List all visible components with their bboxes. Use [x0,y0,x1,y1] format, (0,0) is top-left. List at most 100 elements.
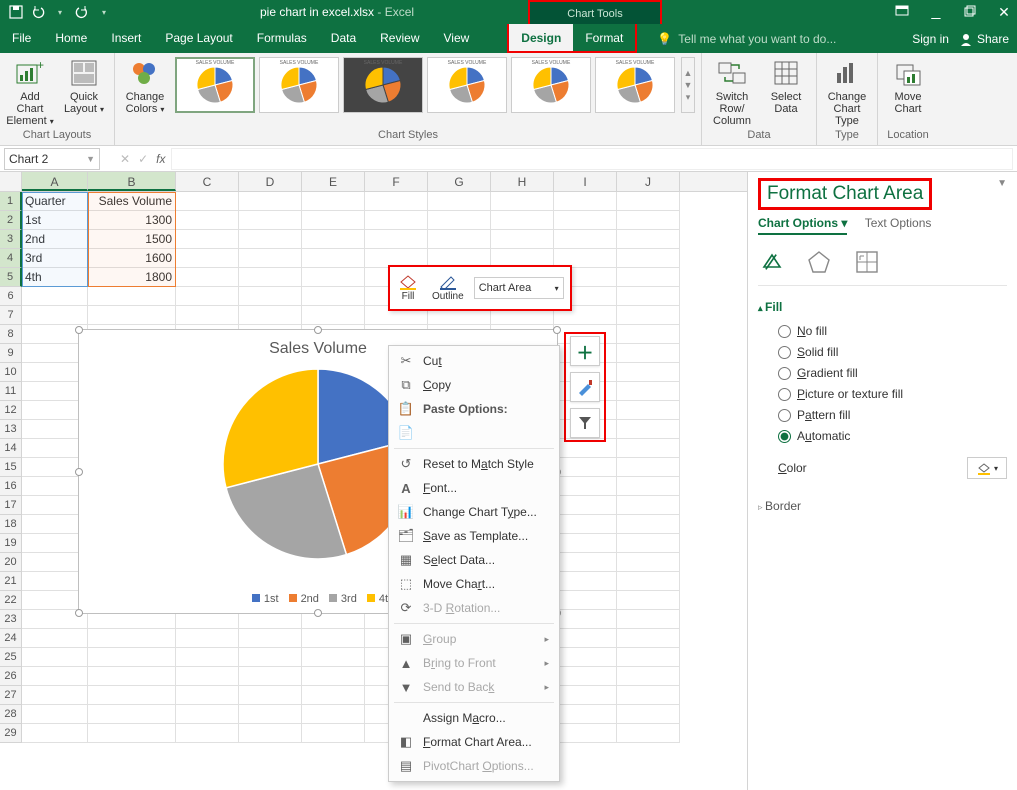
cell[interactable] [554,211,617,230]
cell[interactable] [554,629,617,648]
row-header[interactable]: 10 [0,363,22,382]
cell[interactable] [617,306,680,325]
cell[interactable] [554,458,617,477]
cell[interactable] [617,591,680,610]
cell[interactable] [239,192,302,211]
tab-view[interactable]: View [432,24,482,53]
fill-option-solid[interactable]: Solid fill [778,345,1007,359]
row-header[interactable]: 7 [0,306,22,325]
qat-customize-icon[interactable]: ▾ [96,4,112,20]
cell[interactable] [239,287,302,306]
column-header-H[interactable]: H [491,172,554,191]
menu-assign-macro[interactable]: Assign Macro... [389,706,559,730]
cell[interactable] [88,705,176,724]
cell[interactable]: 1500 [88,230,176,249]
chart-styles-button[interactable] [570,372,600,402]
redo-icon[interactable] [74,4,90,20]
row-header[interactable]: 18 [0,515,22,534]
cell[interactable] [239,211,302,230]
cell[interactable] [554,515,617,534]
cell[interactable] [176,211,239,230]
formula-input[interactable] [171,148,1013,170]
cell[interactable] [491,192,554,211]
outline-button[interactable]: Outline [428,272,468,304]
cell[interactable] [302,629,365,648]
cell[interactable] [617,667,680,686]
cell[interactable] [617,211,680,230]
cell[interactable] [176,249,239,268]
cell[interactable] [617,458,680,477]
cell[interactable] [302,287,365,306]
row-header[interactable]: 19 [0,534,22,553]
menu-move-chart[interactable]: ⬚Move Chart... [389,572,559,596]
cell[interactable] [428,211,491,230]
cell[interactable] [617,401,680,420]
row-header[interactable]: 9 [0,344,22,363]
tab-home[interactable]: Home [43,24,99,53]
close-icon[interactable]: ✕ [997,4,1011,21]
fill-option-picture[interactable]: Picture or texture fill [778,387,1007,401]
cell[interactable] [554,477,617,496]
cell[interactable]: 4th [22,268,88,287]
row-header[interactable]: 2 [0,211,22,230]
row-header[interactable]: 26 [0,667,22,686]
row-header[interactable]: 8 [0,325,22,344]
cell[interactable] [302,268,365,287]
size-properties-category-icon[interactable] [854,249,880,275]
tab-insert[interactable]: Insert [99,24,153,53]
cell[interactable] [239,629,302,648]
border-section-header[interactable]: Border [758,499,1007,513]
fx-icon[interactable]: fx [156,152,165,166]
tab-formulas[interactable]: Formulas [245,24,319,53]
cell[interactable] [176,268,239,287]
chevron-down-icon[interactable]: ▼ [86,154,95,164]
cell[interactable] [88,724,176,743]
cell[interactable] [176,192,239,211]
menu-reset-match-style[interactable]: ↺Reset to Match Style [389,452,559,476]
cell[interactable] [22,629,88,648]
chart-style-thumb[interactable]: SALES VOLUME [427,57,507,113]
fill-section-header[interactable]: Fill [758,300,1007,314]
cell[interactable] [617,420,680,439]
cell[interactable] [302,230,365,249]
cell[interactable] [617,705,680,724]
cell[interactable] [428,192,491,211]
column-header-E[interactable]: E [302,172,365,191]
cell[interactable] [302,249,365,268]
cell[interactable] [554,192,617,211]
chart-styles-gallery[interactable]: SALES VOLUMESALES VOLUMESALES VOLUMESALE… [175,57,675,113]
cell[interactable] [554,591,617,610]
cell[interactable] [617,287,680,306]
cell[interactable] [554,686,617,705]
fill-option-no-fill[interactable]: No fill [778,324,1007,338]
menu-select-data[interactable]: ▦Select Data... [389,548,559,572]
add-chart-element-button[interactable]: + Add Chart Element ▾ [6,57,54,127]
row-header[interactable]: 28 [0,705,22,724]
row-header[interactable]: 22 [0,591,22,610]
chart-filters-button[interactable] [570,408,600,438]
color-picker-button[interactable]: ▾ [967,457,1007,479]
cell[interactable] [617,610,680,629]
row-header[interactable]: 12 [0,401,22,420]
cell[interactable] [302,211,365,230]
cell[interactable] [22,648,88,667]
chart-area-dropdown[interactable]: Chart Area▾ [474,277,564,299]
cell[interactable] [617,477,680,496]
quick-layout-button[interactable]: Quick Layout ▾ [60,57,108,115]
cell[interactable] [617,439,680,458]
cell[interactable] [22,306,88,325]
cell[interactable] [617,363,680,382]
cell[interactable] [617,382,680,401]
cell[interactable] [176,287,239,306]
chart-style-thumb[interactable]: SALES VOLUME [259,57,339,113]
chart-style-thumb[interactable]: SALES VOLUME [595,57,675,113]
change-chart-type-button[interactable]: Change Chart Type [823,57,871,127]
cell[interactable]: 3rd [22,249,88,268]
cell[interactable] [88,287,176,306]
fill-option-gradient[interactable]: Gradient fill [778,366,1007,380]
row-header[interactable]: 27 [0,686,22,705]
cell[interactable] [22,686,88,705]
tab-format[interactable]: Format [573,24,635,51]
enter-formula-icon[interactable]: ✓ [138,152,148,166]
cell[interactable] [617,572,680,591]
